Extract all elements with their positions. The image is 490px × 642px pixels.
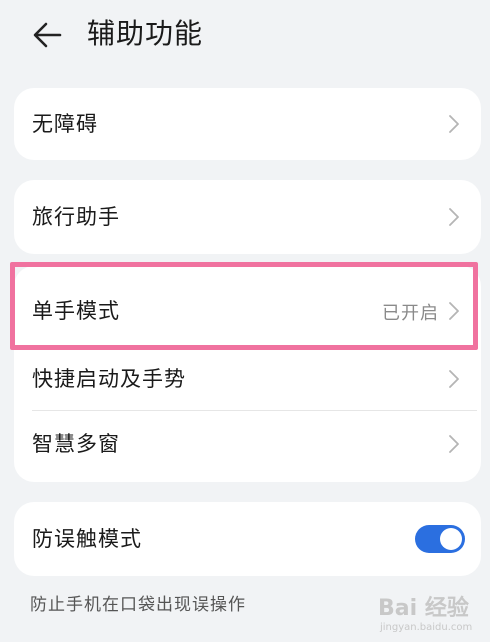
watermark-url: jingyan.baidu.com — [380, 622, 473, 633]
accessibility-row[interactable]: 无障碍 — [14, 88, 481, 160]
watermark-text: Bai 经验 — [378, 596, 469, 621]
header: 辅助功能 — [0, 0, 490, 70]
card-travel: 旅行助手 — [14, 180, 481, 254]
pocket-mode-label: 防误触模式 — [32, 527, 142, 551]
pocket-mode-description: 防止手机在口袋出现误操作 — [30, 595, 246, 615]
smart-multiwindow-label: 智慧多窗 — [32, 432, 120, 456]
page-title: 辅助功能 — [87, 17, 204, 50]
chevron-right-icon — [449, 370, 459, 388]
smart-multiwindow-row[interactable]: 智慧多窗 — [14, 411, 481, 482]
baidu-watermark: Bai 经验 jingyan.baidu.com — [368, 596, 488, 636]
card-pocket-mode: 防误触模式 — [14, 502, 481, 576]
highlight-frame — [10, 262, 478, 350]
toggle-knob — [440, 528, 462, 550]
quick-launch-gestures-row[interactable]: 快捷启动及手势 — [14, 352, 481, 410]
chevron-right-icon — [449, 435, 459, 453]
chevron-right-icon — [449, 208, 459, 226]
card-accessibility: 无障碍 — [14, 88, 481, 160]
chevron-right-icon — [449, 115, 459, 133]
travel-assistant-row[interactable]: 旅行助手 — [14, 180, 481, 254]
travel-assistant-label: 旅行助手 — [32, 205, 120, 229]
accessibility-label: 无障碍 — [32, 112, 98, 136]
back-arrow-icon[interactable] — [30, 18, 70, 52]
pocket-mode-toggle[interactable] — [415, 525, 465, 553]
pocket-mode-row: 防误触模式 — [14, 502, 481, 576]
quick-launch-gestures-label: 快捷启动及手势 — [32, 367, 186, 391]
